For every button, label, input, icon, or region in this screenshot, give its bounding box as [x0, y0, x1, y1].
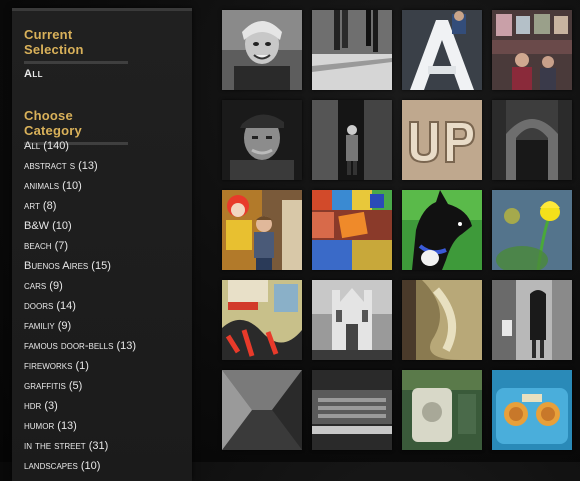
category-link[interactable]: hdr (3) [24, 399, 136, 419]
thumbnail-woman-on-street[interactable] [492, 280, 572, 360]
category-link[interactable]: landscapes (10) [24, 459, 136, 479]
thumbnail-market-stall[interactable] [492, 10, 572, 90]
thumbnail-blue-radio[interactable] [492, 370, 572, 450]
thumbnail-corridor-bw[interactable] [222, 370, 302, 450]
category-link[interactable]: B&W (10) [24, 219, 136, 239]
category-link[interactable]: familiy (9) [24, 319, 136, 339]
thumbnail-graffiti-wall-sign[interactable] [312, 190, 392, 270]
thumbnail-old-car-bw[interactable] [312, 370, 392, 450]
category-list: All (140) abstract s (13) animals (10) a… [24, 139, 136, 479]
thumbnail-graffiti-poster[interactable] [222, 280, 302, 360]
thumbnail-letter-a-sculpture[interactable] [402, 10, 482, 90]
thumbnail-clown-and-boy[interactable] [222, 190, 302, 270]
category-link[interactable]: Buenos Aires (15) [24, 259, 136, 279]
category-link[interactable]: animals (10) [24, 179, 136, 199]
category-link[interactable]: famous door-bells (13) [24, 339, 136, 359]
thumbnail-church-bw[interactable] [312, 280, 392, 360]
current-selection-heading: Current Selection [24, 27, 128, 64]
thumbnail-doorbell-device[interactable] [402, 370, 482, 450]
thumbnail-street-legs[interactable] [312, 10, 392, 90]
thumbnail-peeling-wall[interactable] [402, 280, 482, 360]
thumbnail-up-sign[interactable] [402, 100, 482, 180]
category-link[interactable]: fireworks (1) [24, 359, 136, 379]
sidebar: Current Selection All Choose Category Al… [12, 8, 192, 481]
thumbnail-portrait-clown-hat[interactable] [222, 10, 302, 90]
category-link[interactable]: humor (13) [24, 419, 136, 439]
category-link[interactable]: abstract s (13) [24, 159, 136, 179]
thumbnail-black-dog[interactable] [402, 190, 482, 270]
thumbnail-man-in-doorway[interactable] [312, 100, 392, 180]
thumbnail-yellow-tulip[interactable] [492, 190, 572, 270]
category-link[interactable]: beach (7) [24, 239, 136, 259]
thumbnail-arched-corridor[interactable] [492, 100, 572, 180]
category-link[interactable]: in the street (31) [24, 439, 136, 459]
current-selection-value: All [24, 68, 43, 80]
category-link[interactable]: art (8) [24, 199, 136, 219]
category-link[interactable]: graffitis (5) [24, 379, 136, 399]
thumbnail-old-man-cap[interactable] [222, 100, 302, 180]
category-link[interactable]: doors (14) [24, 299, 136, 319]
category-link[interactable]: All (140) [24, 139, 136, 159]
category-link[interactable]: cars (9) [24, 279, 136, 299]
